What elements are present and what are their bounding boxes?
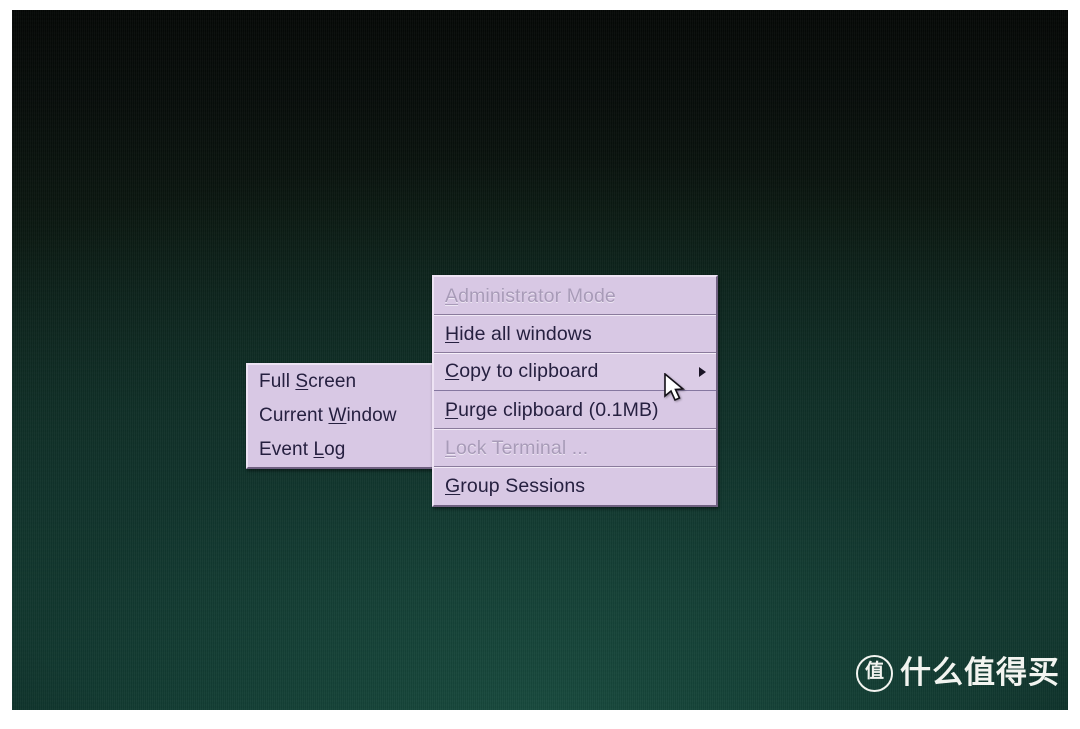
accelerator-key: W [328, 405, 347, 426]
menu-item-label: Hide all windows [445, 323, 592, 345]
watermark-label: 什么值得买 [900, 655, 1060, 691]
accelerator-key: G [445, 475, 461, 497]
menu-item-label: Current Window [259, 405, 397, 426]
submenu-item-event-log[interactable]: Event Log [248, 433, 434, 467]
menu-item-lock-terminal: Lock Terminal ... [434, 429, 716, 468]
submenu-item-full-screen[interactable]: Full Screen [248, 365, 434, 399]
accelerator-key: S [295, 371, 309, 392]
menu-item-copy-to-clipboard[interactable]: Copy to clipboard [434, 353, 716, 391]
watermark-badge-icon: 值 [856, 655, 893, 692]
menu-item-hide-all-windows[interactable]: Hide all windows [434, 315, 716, 354]
menu-item-label: Lock Terminal ... [445, 437, 589, 459]
menu-item-administrator-mode: Administrator Mode [434, 277, 716, 316]
photo-white-border: Full Screen Current Window Event Log Admin… [0, 0, 1080, 729]
accelerator-key: P [445, 399, 459, 421]
menu-item-label: Event Log [259, 439, 346, 460]
crt-desktop-screen: Full Screen Current Window Event Log Admin… [12, 10, 1068, 710]
accelerator-key: L [445, 437, 456, 459]
menu-item-label: Group Sessions [445, 475, 586, 497]
accelerator-key: A [445, 285, 459, 307]
root-popup-menu[interactable]: Administrator Mode Hide all windows Copy t… [432, 275, 718, 507]
menu-item-group-sessions[interactable]: Group Sessions [434, 467, 716, 505]
smzdm-watermark: 值 什么值得买 [856, 655, 1060, 692]
menu-item-label: Purge clipboard (0.1MB) [445, 399, 659, 421]
accelerator-key: H [445, 323, 460, 345]
submenu-chevron-right-icon [699, 367, 706, 377]
menu-item-label: Administrator Mode [445, 285, 616, 307]
menu-item-label: Copy to clipboard [445, 360, 599, 382]
accelerator-key: C [445, 360, 460, 382]
menu-item-purge-clipboard-0-1mb[interactable]: Purge clipboard (0.1MB) [434, 391, 716, 430]
accelerator-key: L [313, 439, 325, 460]
menu-item-label: Full Screen [259, 371, 357, 392]
copy-to-clipboard-submenu[interactable]: Full Screen Current Window Event Log [246, 363, 436, 469]
submenu-item-current-window[interactable]: Current Window [248, 399, 434, 433]
